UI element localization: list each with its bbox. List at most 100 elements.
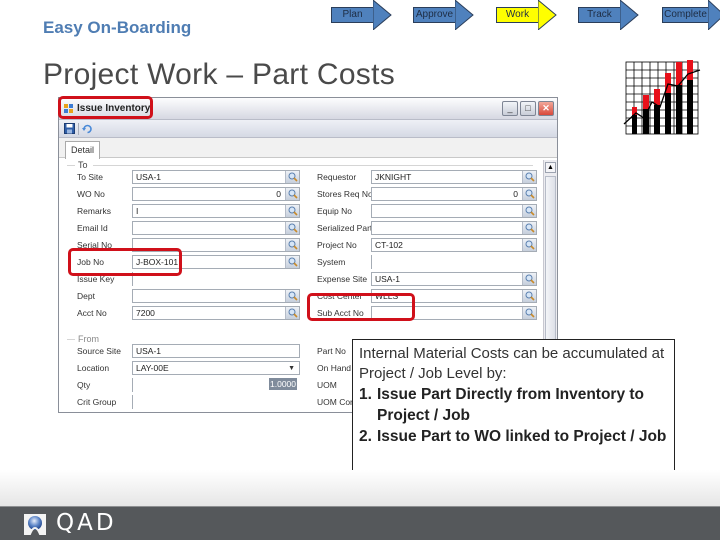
field-label: Expense Site [317,274,368,284]
process-step-label: Plan [331,7,373,23]
field-input[interactable]: USA-1 [132,170,300,184]
lookup-search-icon[interactable] [522,239,536,251]
lookup-search-icon[interactable] [522,290,536,302]
lookup-search-icon[interactable] [522,273,536,285]
field-value: USA-1 [136,172,162,182]
field-value: USA-1 [136,346,162,356]
arrow-head-icon [373,0,392,30]
arrow-head-icon [538,0,557,30]
field-label: System [317,257,346,267]
group-divider [67,165,75,166]
chevron-down-icon[interactable]: ▼ [288,363,295,375]
field-input[interactable] [132,289,300,303]
group-from-label: From [78,334,99,344]
close-button[interactable]: ✕ [538,101,554,116]
field-label: UOM [317,380,337,390]
field-label: Location [77,363,110,373]
field-value: USA-1 [375,274,401,284]
field-label: WO No [77,189,105,199]
field-input[interactable]: LAY-00E ▼ [132,361,300,375]
field-input[interactable]: USA-1 [132,344,300,358]
field-input[interactable]: 1.0000 [132,378,300,392]
lookup-search-icon[interactable] [285,171,299,183]
lookup-search-icon[interactable] [285,188,299,200]
lookup-search-icon[interactable] [285,290,299,302]
lookup-search-icon[interactable] [522,171,536,183]
toolbar [59,120,557,138]
group-to-label: To [78,160,88,170]
info-callout: Internal Material Costs can be accumulat… [352,339,675,489]
process-step-label: Approve [413,7,455,23]
window-title-highlight [58,96,153,119]
process-step-complete: Complete [662,0,720,30]
field-input[interactable] [371,255,537,269]
field-value: 0 [276,189,281,199]
field-label: Stores Req No [317,189,373,199]
footer-bar: QAD [0,506,720,540]
footer-fade [0,470,720,506]
field-label: Source Site [77,346,121,356]
field-value: 7200 [136,308,155,318]
project-no-highlight [307,293,415,321]
process-step-label: Complete [662,7,708,23]
field-input[interactable] [132,221,300,235]
slide: Easy On-Boarding Project Work – Part Cos… [0,0,720,540]
bar-line-chart-icon [623,60,701,135]
scroll-up-icon[interactable]: ▲ [545,162,556,173]
callout-intro: Internal Material Costs can be accumulat… [359,345,665,382]
item-text: Issue Part to WO linked to Project / Job [377,428,667,445]
process-step-approve: Approve [413,0,474,30]
lookup-search-icon[interactable] [522,188,536,200]
field-input[interactable]: 7200 [132,306,300,320]
field-label: Serialized Part [317,223,373,233]
field-value: 1.0000 [269,378,297,390]
lookup-search-icon[interactable] [285,205,299,217]
group-divider [67,339,75,340]
field-label: Acct No [77,308,107,318]
field-label: Remarks [77,206,112,216]
field-input[interactable]: I [132,204,300,218]
toolbar-separator [78,123,79,135]
tab-detail[interactable]: Detail [65,141,101,159]
field-input[interactable] [371,221,537,235]
lookup-search-icon[interactable] [522,205,536,217]
arrow-head-icon [620,0,639,30]
lookup-search-icon[interactable] [522,222,536,234]
field-label: To Site [77,172,103,182]
field-label: Crit Group [77,397,117,407]
callout-list: 1. Issue Part Directly from Inventory to … [359,384,668,447]
lookup-search-icon[interactable] [285,307,299,319]
item-number: 2. [359,428,372,445]
field-input[interactable] [132,395,300,409]
lookup-search-icon[interactable] [285,222,299,234]
item-text: Issue Part Directly from Inventory to Pr… [377,386,645,424]
field-label: Equip No [317,206,352,216]
group-divider [93,165,533,166]
save-icon[interactable] [64,123,75,134]
field-label: On Hand [317,363,352,373]
process-step-work: Work [496,0,557,30]
field-label: Project No [317,240,357,250]
field-input[interactable]: 0 [132,187,300,201]
field-label: Part No [317,346,346,356]
field-label: Email Id [77,223,108,233]
field-label: Qty [77,380,91,390]
field-input[interactable]: CT-102 [371,238,537,252]
tab-bar: Detail [59,138,557,159]
maximize-button[interactable]: □ [520,101,536,116]
page-title: Project Work – Part Costs [43,58,396,91]
process-step-plan: Plan [331,0,392,30]
qad-logo-icon [24,514,46,535]
lookup-search-icon[interactable] [285,256,299,268]
field-input[interactable]: JKNIGHT [371,170,537,184]
refresh-icon[interactable] [82,123,93,134]
lookup-search-icon[interactable] [285,239,299,251]
qad-logo-text: QAD [56,510,117,536]
field-value: LAY-00E [136,363,169,373]
lookup-search-icon[interactable] [522,307,536,319]
field-input[interactable] [371,204,537,218]
process-step-track: Track [578,0,639,30]
field-input[interactable]: 0 [371,187,537,201]
minimize-button[interactable]: _ [502,101,518,116]
field-input[interactable]: USA-1 [371,272,537,286]
